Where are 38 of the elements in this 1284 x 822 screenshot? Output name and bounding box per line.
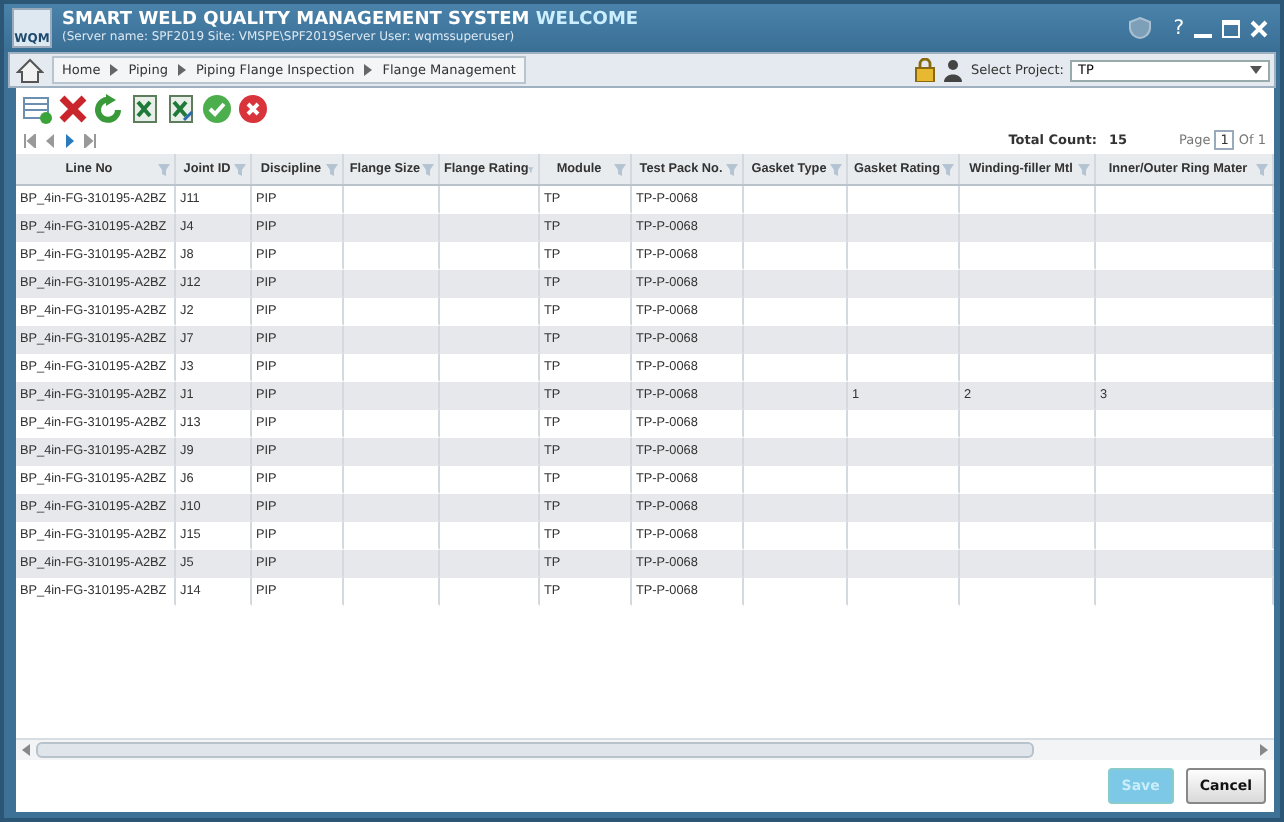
scroll-right-icon[interactable] [1258,744,1268,756]
filter-icon[interactable] [942,163,954,175]
first-page-icon[interactable] [24,133,36,147]
refresh-icon[interactable] [94,94,124,124]
close-icon[interactable] [1250,19,1268,37]
home-icon[interactable] [16,57,44,83]
padlock-icon[interactable] [914,58,937,82]
spreadsheet-icon[interactable] [130,94,160,124]
add-row-icon[interactable] [22,94,52,124]
filter-icon[interactable] [830,163,842,175]
filter-icon[interactable] [1078,163,1090,175]
caret-icon [1250,66,1262,74]
app-title: SMART WELD QUALITY MANAGEMENT SYSTEM [62,9,530,30]
shield-icon[interactable] [1127,16,1152,40]
filter-icon[interactable] [326,163,338,175]
delete-icon[interactable] [58,94,88,124]
scroll-left-icon[interactable] [22,744,32,756]
chevron-icon [108,64,121,76]
scrollbar-thumb[interactable] [36,742,1034,758]
chevron-icon [362,64,375,76]
filter-icon[interactable] [422,163,434,175]
spreadsheet-icon[interactable] [166,94,196,124]
next-page-icon[interactable] [64,133,76,147]
welcome-text: WELCOME [535,9,639,30]
last-page-icon[interactable] [84,133,96,147]
filter-icon[interactable] [158,163,170,175]
chevron-icon [175,64,188,76]
reject-icon[interactable] [238,94,268,124]
approve-icon[interactable] [202,94,232,124]
filter-icon[interactable] [1256,163,1268,175]
maximize-icon[interactable] [1222,19,1240,37]
filter-icon[interactable] [234,163,246,175]
filter-icon[interactable] [614,163,626,175]
filter-icon[interactable] [528,163,534,175]
filter-icon[interactable] [726,163,738,175]
user-icon[interactable] [942,58,965,82]
help-button[interactable]: ? [1173,17,1184,39]
previous-page-icon[interactable] [44,133,56,147]
